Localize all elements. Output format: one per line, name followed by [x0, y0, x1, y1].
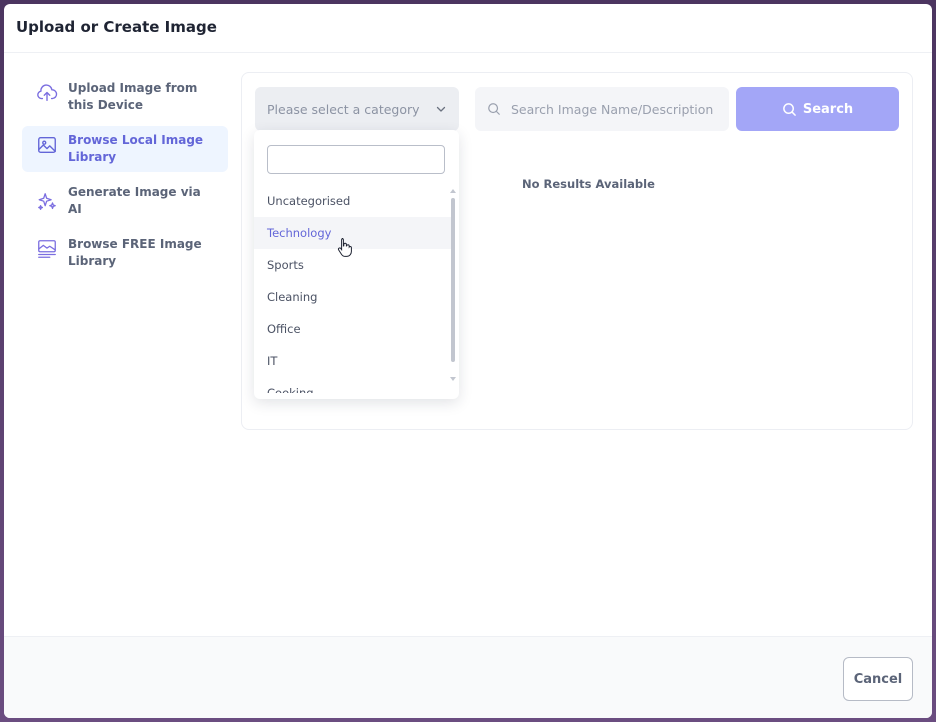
sidebar-item-label: Browse Local Image Library [68, 133, 204, 164]
category-option[interactable]: Uncategorised [254, 185, 452, 217]
sidebar-item-label: Browse FREE Image Library [68, 237, 202, 268]
hand-cursor-icon [337, 237, 353, 257]
image-icon [36, 134, 58, 156]
category-option[interactable]: Cleaning [254, 281, 452, 313]
empty-results-message: No Results Available [522, 177, 655, 191]
search-button[interactable]: Search [736, 87, 899, 131]
scrollbar-thumb[interactable] [451, 198, 455, 362]
upload-image-modal: Upload or Create Image Upload Image from… [4, 4, 932, 718]
chevron-down-icon [435, 103, 447, 115]
category-option[interactable]: Cooking [254, 377, 452, 393]
sidebar-item-generate-ai[interactable]: Generate Image via AI [22, 178, 228, 224]
search-icon [488, 103, 500, 115]
search-button-label: Search [802, 101, 854, 117]
sidebar-item-label: Upload Image from this Device [68, 81, 198, 112]
scroll-up-arrow-icon[interactable] [450, 188, 456, 194]
category-option[interactable]: IT [254, 345, 452, 377]
sparkles-icon [36, 191, 58, 213]
modal-footer: Cancel [4, 636, 932, 718]
cancel-button[interactable]: Cancel [843, 657, 913, 701]
modal-header: Upload or Create Image [4, 4, 932, 53]
sidebar-item-local-library[interactable]: Browse Local Image Library [22, 126, 228, 172]
search-input[interactable] [511, 101, 717, 117]
cloud-upload-icon [36, 82, 58, 104]
category-search-input[interactable] [267, 145, 445, 174]
category-dropdown: Uncategorised Technology Sports Cleaning… [254, 130, 459, 399]
category-option-list: Uncategorised Technology Sports Cleaning… [254, 185, 452, 393]
sidebar-item-free-library[interactable]: Browse FREE Image Library [22, 230, 228, 276]
sidebar-item-label: Generate Image via AI [68, 185, 201, 216]
category-option[interactable]: Office [254, 313, 452, 345]
modal-title: Upload or Create Image [16, 18, 217, 36]
scroll-down-arrow-icon[interactable] [450, 376, 456, 382]
category-select[interactable]: Please select a category [255, 87, 459, 131]
category-option[interactable]: Sports [254, 249, 452, 281]
dropdown-scrollbar[interactable] [450, 188, 456, 384]
category-select-value: Please select a category [267, 101, 420, 117]
search-icon [782, 102, 796, 116]
sidebar-item-upload-device[interactable]: Upload Image from this Device [22, 74, 228, 120]
search-field[interactable] [475, 87, 729, 131]
image-library-icon [36, 238, 58, 260]
category-option[interactable]: Technology [254, 217, 452, 249]
image-source-sidebar: Upload Image from this Device Browse Loc… [22, 74, 228, 282]
